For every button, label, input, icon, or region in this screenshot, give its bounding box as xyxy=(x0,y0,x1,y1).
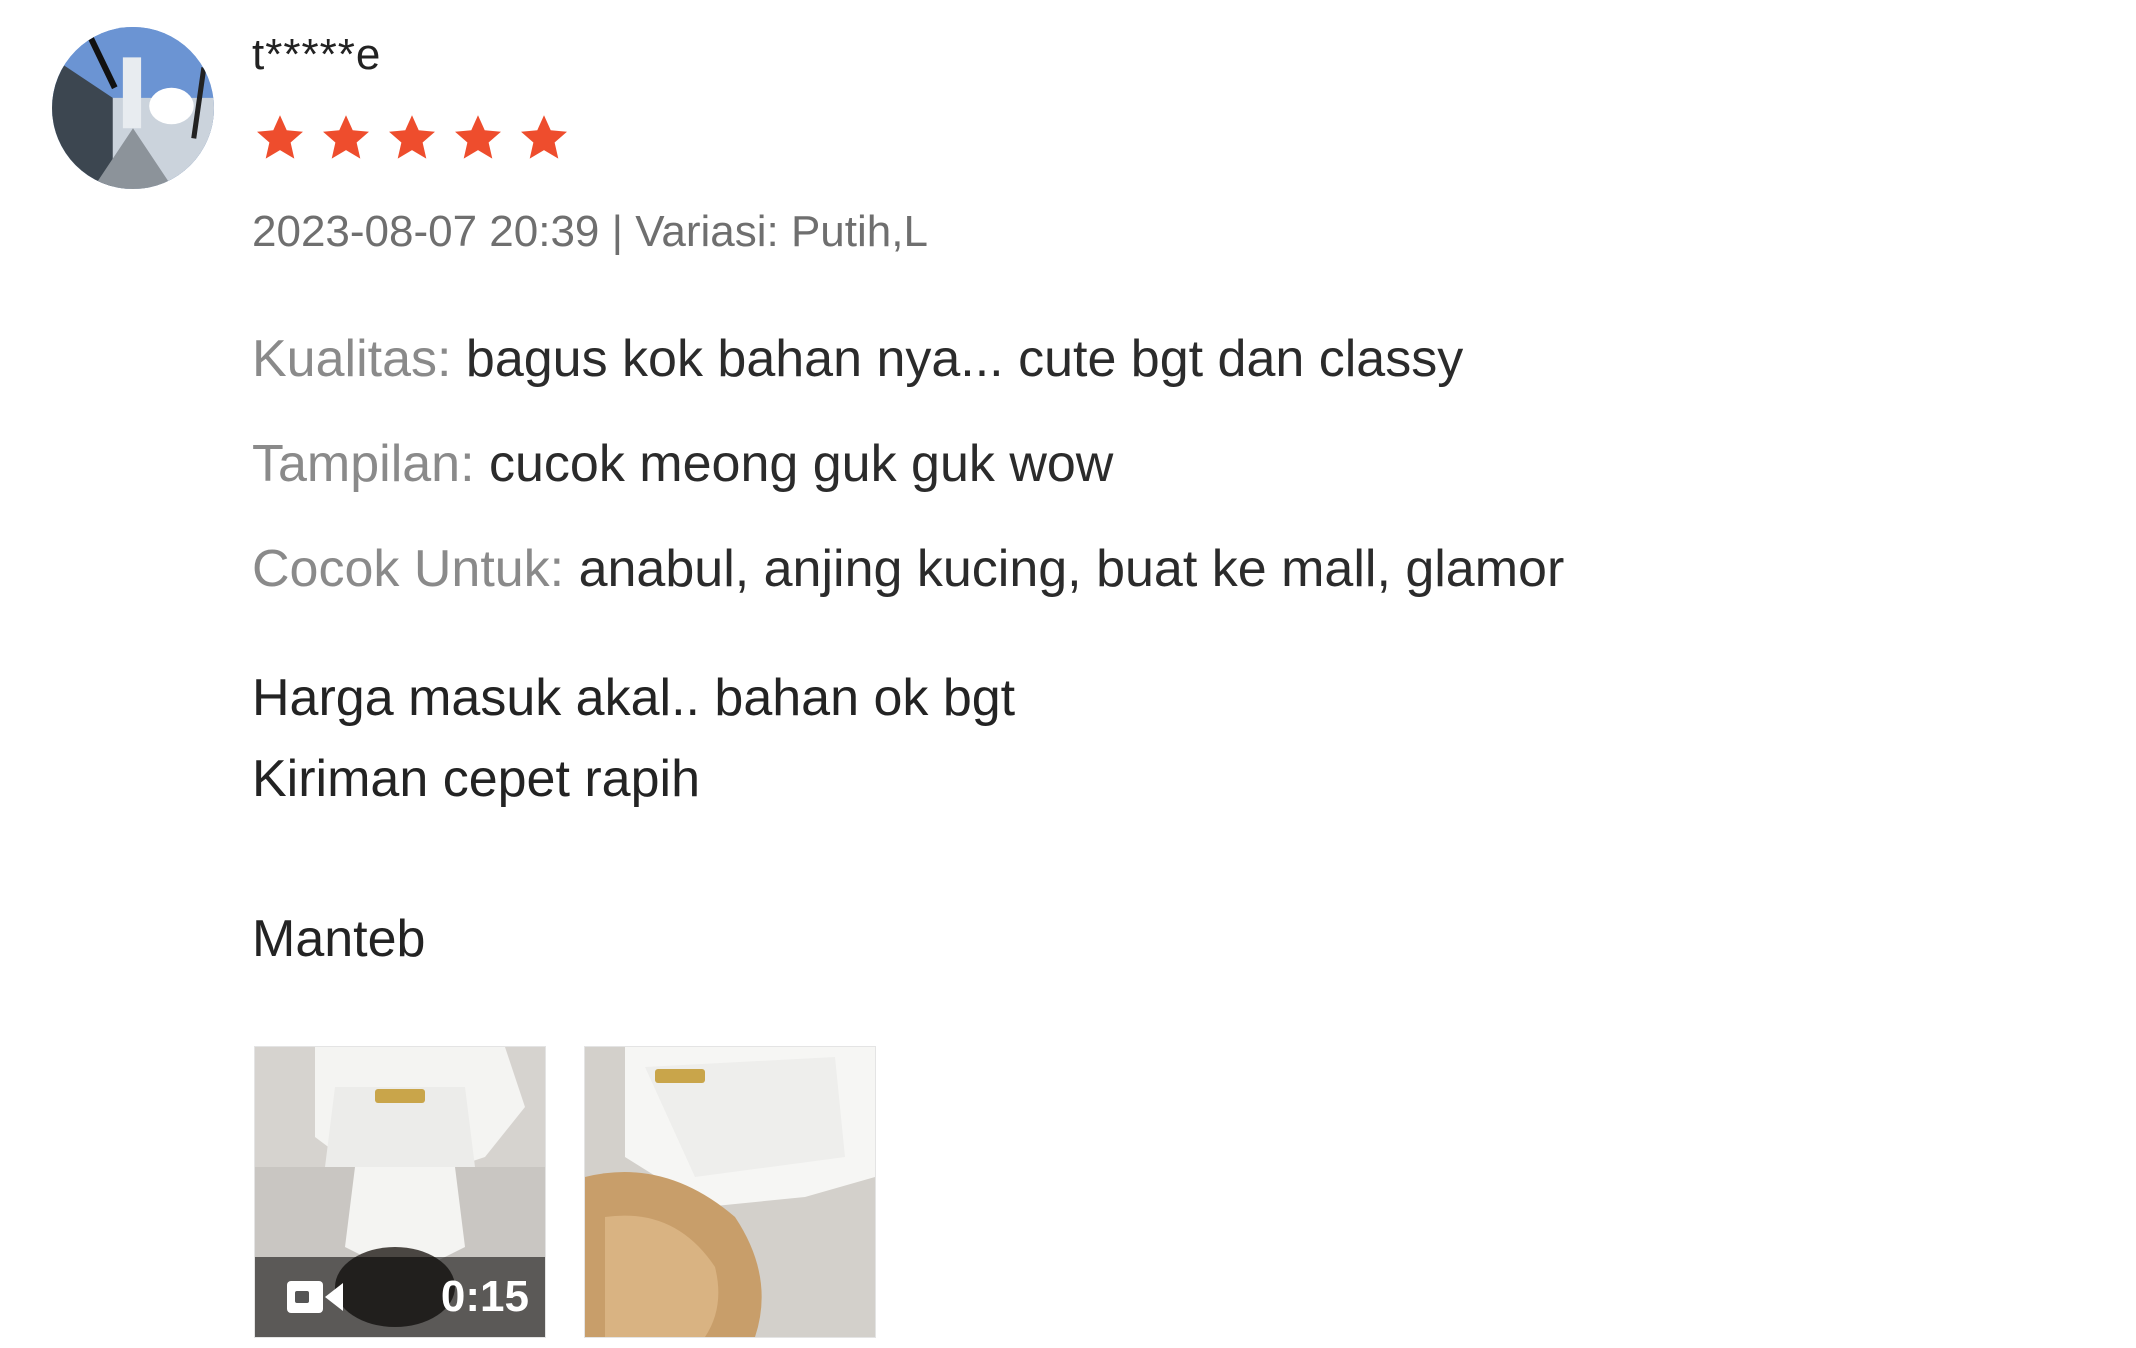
attribute-value: anabul, anjing kucing, buat ke mall, gla… xyxy=(578,540,1565,598)
review-meta: 2023-08-07 20:39 | Variasi: Putih,L xyxy=(252,207,928,256)
reviewer-username: t*****e xyxy=(252,30,382,79)
attribute-label: Tampilan: xyxy=(252,435,475,493)
rating-stars xyxy=(254,112,570,164)
review-comment-line: Manteb xyxy=(252,910,426,968)
attribute-label: Kualitas: xyxy=(252,330,452,388)
star-icon xyxy=(455,115,501,159)
attribute-quality: Kualitas: bagus kok bahan nya... cute bg… xyxy=(252,328,1463,390)
review-image-thumbnail[interactable] xyxy=(584,1046,876,1338)
avatar-image xyxy=(52,27,214,189)
reviewer-avatar[interactable] xyxy=(52,27,214,189)
video-overlay-bar: 0:15 xyxy=(255,1257,545,1337)
attribute-suitable-for: Cocok Untuk: anabul, anjing kucing, buat… xyxy=(252,538,1564,600)
attribute-appearance: Tampilan: cucok meong guk guk wow xyxy=(252,433,1113,495)
attribute-value: cucok meong guk guk wow xyxy=(489,435,1114,493)
review-photo xyxy=(585,1047,875,1337)
review-comment-line: Kiriman cepet rapih xyxy=(252,750,700,808)
attribute-label: Cocok Untuk: xyxy=(252,540,565,598)
star-icon xyxy=(323,115,369,159)
review-video-thumbnail[interactable]: 0:15 xyxy=(254,1046,546,1338)
star-icon xyxy=(257,115,303,159)
video-camera-icon xyxy=(287,1281,343,1313)
attribute-value: bagus kok bahan nya... cute bgt dan clas… xyxy=(465,330,1464,388)
star-icon xyxy=(389,115,435,159)
review-comment-line: Harga masuk akal.. bahan ok bgt xyxy=(252,669,1016,727)
star-icon xyxy=(521,115,567,159)
video-duration: 0:15 xyxy=(440,1272,529,1321)
